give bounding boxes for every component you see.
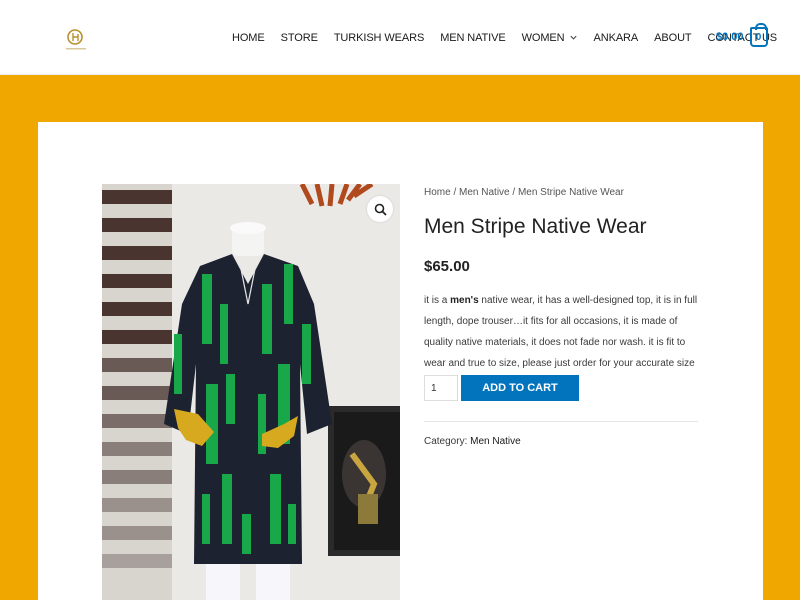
nav-item-men-native[interactable]: MEN NATIVE	[440, 31, 506, 44]
description-text: native wear, it has a well-designed top,…	[424, 295, 698, 369]
brand-logo[interactable]	[64, 27, 88, 53]
product-image[interactable]	[102, 184, 400, 600]
magnifier-glyph	[374, 203, 387, 216]
product-meta-category: Category: Men Native	[424, 436, 521, 447]
nav-item-about[interactable]: ABOUT	[654, 31, 692, 44]
product-description: it is a men's native wear, it has a well…	[424, 290, 698, 374]
category-label: Category:	[424, 436, 471, 447]
nav-label: WOMEN	[521, 31, 565, 44]
window-blinds	[102, 184, 172, 600]
breadcrumb-separator: /	[450, 187, 460, 198]
category-link[interactable]: Men Native	[470, 436, 521, 447]
divider	[424, 421, 698, 422]
description-bold: men's	[450, 295, 479, 306]
description-text: it is a	[424, 295, 451, 306]
framed-painting	[328, 406, 400, 556]
quantity-input[interactable]	[424, 375, 458, 401]
nav-label: TURKISH WEARS	[333, 31, 425, 44]
nav-label: HOME	[232, 31, 265, 44]
nav-item-ankara[interactable]: ANKARA	[594, 32, 639, 44]
breadcrumb-home[interactable]: Home	[424, 187, 451, 198]
nav-item-home[interactable]: HOME	[232, 32, 265, 44]
magnifier-icon[interactable]	[367, 196, 393, 222]
header-cart[interactable]: $0.00 0	[716, 23, 768, 47]
breadcrumb: Home / Men Native / Men Stripe Native We…	[424, 187, 624, 198]
nav-label: MEN NATIVE	[440, 31, 506, 44]
nav-label: STORE	[280, 31, 318, 44]
site-header: HOME STORE TURKISH WEARS MEN NATIVE WOME…	[0, 0, 800, 75]
main-navigation: HOME STORE TURKISH WEARS MEN NATIVE WOME…	[224, 0, 785, 75]
cart-total: $0.00	[716, 31, 744, 43]
nav-item-women[interactable]: WOMEN	[522, 32, 578, 44]
nav-item-store[interactable]: STORE	[281, 32, 318, 44]
breadcrumb-separator: /	[509, 187, 518, 198]
nav-item-turkish-wears[interactable]: TURKISH WEARS	[334, 32, 424, 44]
product-photo	[102, 184, 400, 600]
nav-label: ABOUT	[654, 31, 692, 44]
breadcrumb-current: Men Stripe Native Wear	[517, 187, 624, 198]
breadcrumb-category[interactable]: Men Native	[459, 187, 510, 198]
cart-count: 0	[755, 31, 762, 43]
product-price: $65.00	[424, 258, 470, 275]
chevron-down-icon	[569, 35, 577, 40]
add-to-cart-button[interactable]: ADD TO CART	[461, 375, 579, 401]
shopping-bag-icon[interactable]: 0	[749, 23, 768, 47]
nav-label: ANKARA	[593, 31, 639, 44]
product-title: Men Stripe Native Wear	[424, 215, 647, 238]
